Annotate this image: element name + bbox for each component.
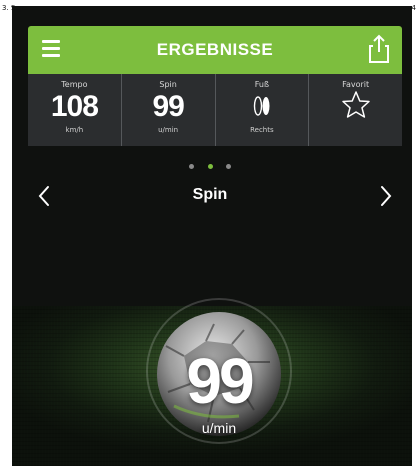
stat-foot-value: Rechts	[250, 126, 274, 134]
stat-foot: Fuß Rechts	[216, 74, 310, 146]
stat-spin: Spin 99 u/min	[122, 74, 216, 146]
results-stats-bar: Tempo 108 km/h Spin 99 u/min Fuß Rechts …	[28, 74, 402, 146]
star-outline-icon[interactable]	[341, 90, 371, 120]
page-dot-3[interactable]	[225, 164, 231, 169]
status-right-text: 4	[411, 4, 416, 12]
ball-display: 99 u/min	[144, 296, 294, 446]
stat-favorite[interactable]: Favorit	[309, 74, 402, 146]
feet-icon	[253, 96, 270, 116]
stat-tempo-unit: km/h	[65, 126, 84, 134]
status-bar: 3. Sep. 4	[0, 0, 420, 18]
stat-tempo-label: Tempo	[61, 80, 88, 89]
share-icon[interactable]	[368, 34, 390, 64]
stat-spin-label: Spin	[159, 80, 177, 89]
stat-spin-unit: u/min	[158, 126, 179, 134]
ball-spin-unit: u/min	[201, 420, 237, 436]
ball-spin-value: 99	[186, 345, 254, 417]
stat-tempo-value: 108	[50, 90, 99, 123]
stat-spin-value: 99	[152, 90, 184, 123]
status-date: 3. Sep.	[2, 4, 27, 12]
carousel-title: Spin	[192, 186, 228, 203]
page-title: ERGEBNISSE	[156, 40, 274, 59]
stat-tempo: Tempo 108 km/h	[28, 74, 122, 146]
chevron-right-icon[interactable]	[378, 184, 394, 208]
stat-favorite-label: Favorit	[342, 80, 370, 89]
app-header: ERGEBNISSE	[28, 26, 402, 74]
carousel-nav: Spin	[0, 180, 420, 210]
page-indicator	[0, 154, 420, 169]
page-dot-2[interactable]	[207, 164, 213, 169]
stat-foot-label: Fuß	[254, 80, 270, 89]
device-frame: 3. Sep. 4 99 u/min ERGEBNISSE Tempo 108 …	[0, 0, 420, 466]
